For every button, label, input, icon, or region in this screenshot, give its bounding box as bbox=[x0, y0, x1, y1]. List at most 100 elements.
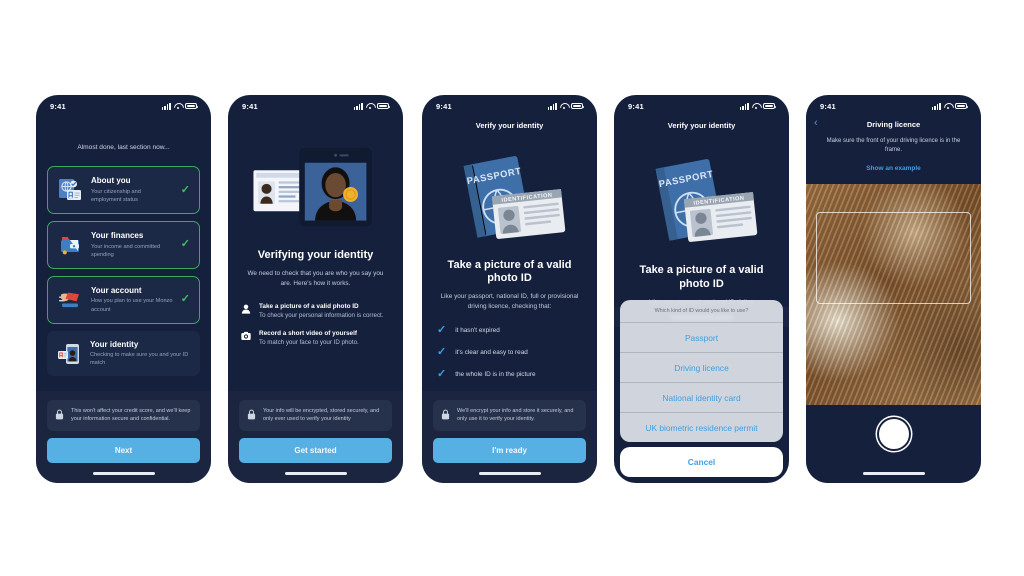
section-card-text: About you Your citizenship and employmen… bbox=[91, 176, 173, 204]
status-icons bbox=[547, 102, 585, 110]
action-sheet-overlay: Which kind of ID would you like to use? … bbox=[614, 132, 789, 483]
section-card-your-identity[interactable]: Your identity Checking to make sure you … bbox=[47, 330, 200, 377]
camera-title: Driving licence bbox=[866, 120, 921, 129]
privacy-notice: We'll encrypt your info and store it sec… bbox=[433, 399, 586, 431]
step-title: Take a picture of a valid photo ID bbox=[259, 302, 359, 310]
back-chevron-icon[interactable]: ‹ bbox=[814, 118, 818, 129]
wifi-icon bbox=[174, 103, 182, 110]
battery-icon bbox=[571, 102, 585, 110]
section-card-text: Your account How you plan to use your Mo… bbox=[91, 286, 173, 314]
passport-id-illustration: PASSPORT IDENTIFICATION bbox=[422, 140, 597, 253]
screenshot-canvas: 9:41 Almost done, last section now... Ab… bbox=[0, 0, 1024, 576]
requirement-label: it's clear and easy to read bbox=[455, 348, 528, 356]
section-card-subtitle: Your income and committed spending bbox=[91, 243, 161, 258]
hand-card-icon bbox=[57, 287, 83, 313]
screen3-body: PASSPORT IDENTIFICATION Take a picture o… bbox=[422, 132, 597, 483]
im-ready-button[interactable]: I'm ready bbox=[433, 438, 586, 463]
status-icons bbox=[931, 102, 969, 110]
battery-icon bbox=[377, 102, 391, 110]
status-bar: 9:41 bbox=[36, 95, 211, 115]
home-indicator bbox=[806, 463, 981, 483]
phone-screen-2: 9:41 Verifying your identity We need to … bbox=[228, 95, 403, 483]
identity-verification-illustration bbox=[228, 131, 403, 243]
privacy-notice-text: We'll encrypt your info and store it sec… bbox=[457, 407, 574, 423]
next-button[interactable]: Next bbox=[47, 438, 200, 463]
privacy-notice: This won't affect your credit score, and… bbox=[47, 399, 200, 431]
lock-icon bbox=[441, 407, 450, 420]
signal-icon bbox=[739, 102, 749, 110]
wifi-icon bbox=[366, 103, 374, 110]
section-card-title: Your account bbox=[91, 285, 142, 295]
screen2-body: Verifying your identity We need to check… bbox=[228, 115, 403, 483]
signal-icon bbox=[161, 102, 171, 110]
status-time: 9:41 bbox=[628, 101, 644, 111]
action-sheet-title: Which kind of ID would you like to use? bbox=[620, 300, 783, 323]
battery-icon bbox=[955, 102, 969, 110]
screen1-footer: This won't affect your credit score, and… bbox=[36, 390, 211, 463]
sheet-option-uk-biometric-residence-permit[interactable]: UK biometric residence permit bbox=[620, 413, 783, 442]
section-card-subtitle: Your citizenship and employment status bbox=[91, 188, 141, 203]
nav-title: Verify your identity bbox=[667, 121, 736, 130]
section-card-subtitle: How you plan to use your Monzo account bbox=[91, 298, 173, 313]
wallet-icon bbox=[57, 232, 83, 258]
status-time: 9:41 bbox=[820, 101, 836, 111]
screen2-subheading: We need to check that you are who you sa… bbox=[247, 269, 384, 287]
shutter-bar bbox=[806, 405, 981, 463]
section-card-your-account[interactable]: Your account How you plan to use your Mo… bbox=[47, 275, 200, 324]
section-card-title: Your finances bbox=[91, 231, 144, 241]
phone-screen-5: 9:41 ‹ Driving licence Make sure the fro… bbox=[806, 95, 981, 483]
requirement-item: ✓ the whole ID is in the picture bbox=[437, 367, 582, 380]
screen1-body: Almost done, last section now... About y… bbox=[36, 115, 211, 483]
step-title: Record a short video of yourself bbox=[259, 329, 358, 337]
sheet-option-driving-licence[interactable]: Driving licence bbox=[620, 353, 783, 383]
document-frame-guide bbox=[816, 212, 971, 304]
get-started-button[interactable]: Get started bbox=[239, 438, 392, 463]
battery-icon bbox=[763, 102, 777, 110]
screen3-footer: We'll encrypt your info and store it sec… bbox=[422, 390, 597, 463]
section-card-about-you[interactable]: About you Your citizenship and employmen… bbox=[47, 166, 200, 215]
screen4-body: PASSPORT IDENTIFICATION Take a picture o… bbox=[614, 132, 789, 483]
status-bar: 9:41 bbox=[806, 95, 981, 115]
step-text: Take a picture of a valid photo ID To ch… bbox=[259, 303, 384, 321]
camera-icon bbox=[241, 330, 252, 341]
sheet-option-national-identity-card[interactable]: National identity card bbox=[620, 383, 783, 413]
cancel-button[interactable]: Cancel bbox=[620, 447, 783, 477]
check-icon: ✓ bbox=[437, 367, 447, 380]
show-example-link[interactable]: Show an example bbox=[816, 155, 971, 172]
check-icon: ✓ bbox=[437, 323, 447, 336]
phone-screen-1: 9:41 Almost done, last section now... Ab… bbox=[36, 95, 211, 483]
section-card-your-finances[interactable]: Your finances Your income and committed … bbox=[47, 221, 200, 269]
status-bar: 9:41 bbox=[614, 95, 789, 115]
sheet-option-passport[interactable]: Passport bbox=[620, 323, 783, 353]
check-icon: ✓ bbox=[437, 345, 447, 358]
step-subtitle: To match your face to your ID photo. bbox=[259, 339, 359, 347]
home-indicator bbox=[228, 463, 403, 483]
check-icon: ✓ bbox=[180, 293, 190, 306]
camera-instruction: Make sure the front of your driving lice… bbox=[826, 138, 961, 153]
section-card-title: Your identity bbox=[90, 339, 139, 349]
status-icons bbox=[353, 102, 391, 110]
privacy-notice-text: This won't affect your credit score, and… bbox=[71, 407, 191, 423]
status-time: 9:41 bbox=[50, 101, 66, 111]
wifi-icon bbox=[752, 103, 760, 110]
screen2-heading: Verifying your identity bbox=[257, 249, 374, 261]
requirement-item: ✓ it hasn't expired bbox=[437, 323, 582, 336]
section-card-title: About you bbox=[91, 176, 131, 186]
check-icon: ✓ bbox=[180, 238, 190, 251]
camera-viewport[interactable] bbox=[806, 184, 981, 405]
section-card-subtitle: Checking to make sure you and your ID ma… bbox=[90, 352, 189, 367]
shutter-button[interactable] bbox=[878, 419, 909, 449]
passport-globe-icon bbox=[57, 177, 83, 203]
id-type-action-sheet: Which kind of ID would you like to use? … bbox=[620, 300, 783, 442]
status-time: 9:41 bbox=[242, 101, 258, 111]
screen2-footer: Your info will be encrypted, stored secu… bbox=[228, 390, 403, 463]
screen1-heading: Almost done, last section now... bbox=[77, 144, 170, 151]
screen3-subheading: Like your passport, national ID, full or… bbox=[440, 293, 579, 311]
status-icons bbox=[739, 102, 777, 110]
nav-title: Verify your identity bbox=[475, 121, 544, 130]
step-item-photo-id: Take a picture of a valid photo ID To ch… bbox=[241, 303, 390, 321]
camera-header: ‹ Driving licence Make sure the front of… bbox=[806, 115, 981, 184]
section-card-list: About you Your citizenship and employmen… bbox=[36, 166, 211, 383]
screen5-body: ‹ Driving licence Make sure the front of… bbox=[806, 115, 981, 483]
step-subtitle: To check your personal information is co… bbox=[259, 311, 384, 319]
